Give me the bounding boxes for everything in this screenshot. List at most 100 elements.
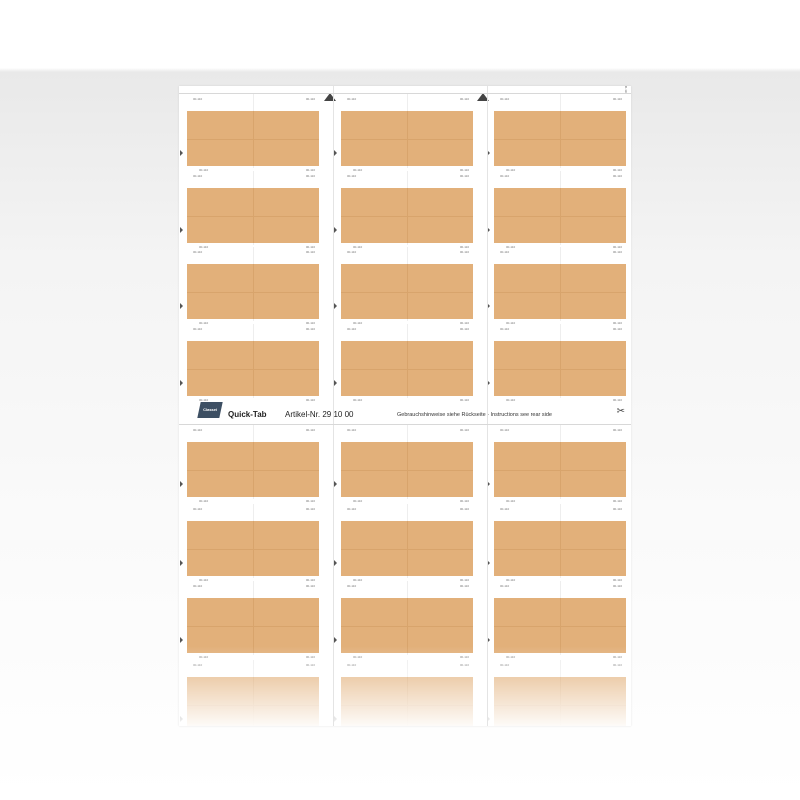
tab-code: 00-110: [612, 655, 622, 659]
tab-color-strip: [341, 521, 473, 576]
tab-label[interactable]: 00-11000-11000-11000-110: [487, 660, 626, 726]
tab-code: 00-110: [347, 507, 357, 511]
notch-arrow-icon: [334, 303, 337, 309]
cut-line: [560, 598, 561, 653]
notch-arrow-icon: [334, 560, 337, 566]
tab-code: 00-110: [459, 97, 469, 101]
tab-code: 00-110: [347, 584, 357, 588]
tab-code: 00-110: [459, 663, 469, 667]
tab-code: 00-110: [347, 174, 357, 178]
tab-color-strip: [341, 264, 473, 319]
tab-label[interactable]: 00-11000-11000-11000-110: [487, 581, 626, 659]
tab-label[interactable]: 00-11000-11000-11000-110: [334, 247, 473, 325]
brand-bar: Classei Quick-Tab Artikel-Nr. 29 10 00 G…: [179, 402, 631, 426]
tab-code: 00-110: [305, 428, 315, 432]
tab-code: 00-110: [305, 499, 315, 503]
tab-code: 00-110: [506, 398, 516, 402]
tab-code: 00-110: [459, 250, 469, 254]
tab-color-strip: [494, 677, 626, 726]
triangle-up-icon: [324, 93, 336, 101]
cut-line: [253, 442, 254, 497]
brand-name: Quick-Tab: [228, 410, 267, 419]
notch-arrow-icon: [334, 481, 337, 487]
tab-code: 00-110: [612, 507, 622, 511]
tab-label[interactable]: 00-11000-11000-11000-110: [334, 94, 473, 172]
classei-logo: Classei: [197, 402, 223, 418]
tab-code: 00-110: [305, 97, 315, 101]
cut-line: [253, 677, 254, 726]
tab-code: 00-110: [199, 499, 209, 503]
tab-color-strip: [341, 341, 473, 396]
tab-label[interactable]: 00-11000-11000-11000-110: [334, 660, 473, 726]
cut-line: [560, 521, 561, 576]
half-separator: [179, 93, 631, 94]
tab-code: 00-110: [353, 655, 363, 659]
tab-label[interactable]: 00-11000-11000-11000-110: [487, 171, 626, 249]
tab-label[interactable]: 00-11000-11000-11000-110: [334, 504, 473, 582]
tab-label[interactable]: 00-11000-11000-11000-110: [334, 171, 473, 249]
cut-line: [407, 677, 408, 726]
column-separator: [487, 86, 488, 726]
tab-code: 00-110: [500, 327, 510, 331]
cut-line: [560, 442, 561, 497]
tab-label[interactable]: 00-11000-11000-11000-110: [180, 324, 319, 402]
tab-code: 00-110: [612, 398, 622, 402]
tab-code: 00-110: [459, 507, 469, 511]
tab-code: 00-110: [612, 584, 622, 588]
tab-code: 00-110: [459, 174, 469, 178]
tab-label[interactable]: 00-11000-11000-11000-110: [180, 504, 319, 582]
tab-code: 00-110: [193, 327, 203, 331]
tab-label[interactable]: 00-11000-11000-11000-110: [180, 660, 319, 726]
instructions-text: Gebrauchshinweise siehe Rückseite - Inst…: [397, 412, 552, 418]
cut-line: [253, 598, 254, 653]
tab-code: 00-110: [193, 663, 203, 667]
tab-code: 00-110: [612, 327, 622, 331]
tab-code: 00-110: [193, 428, 203, 432]
tab-label[interactable]: 00-11000-11000-11000-110: [180, 171, 319, 249]
tab-code: 00-110: [500, 174, 510, 178]
tab-label[interactable]: 00-11000-11000-11000-110: [487, 425, 626, 503]
tab-color-strip: [341, 111, 473, 166]
tab-label[interactable]: 00-11000-11000-11000-110: [334, 425, 473, 503]
tab-code: 00-110: [305, 655, 315, 659]
tab-code: 00-110: [500, 663, 510, 667]
tab-code: 00-110: [347, 327, 357, 331]
tab-code: 00-110: [459, 327, 469, 331]
notch-arrow-icon: [180, 716, 183, 722]
tab-code: 00-110: [193, 507, 203, 511]
cut-line: [407, 264, 408, 319]
tab-label[interactable]: 00-11000-11000-11000-110: [334, 581, 473, 659]
tab-code: 00-110: [612, 499, 622, 503]
tab-code: 00-110: [612, 250, 622, 254]
cut-line: [560, 264, 561, 319]
tab-code: 00-110: [612, 428, 622, 432]
tab-code: 00-110: [305, 174, 315, 178]
tab-label[interactable]: 00-110 00-110 00-110 00-110: [487, 324, 626, 402]
tab-label[interactable]: 00-11000-11000-11000-110: [487, 504, 626, 582]
tab-color-strip: [187, 188, 319, 243]
tab-label[interactable]: 00-11000-11000-11000-110: [180, 581, 319, 659]
tab-color-strip: [187, 598, 319, 653]
tab-color-strip: [187, 111, 319, 166]
cut-line: [253, 341, 254, 396]
notch-arrow-icon: [180, 560, 183, 566]
tab-color-strip: [341, 442, 473, 497]
cut-line: [407, 188, 408, 243]
tab-color-strip: [187, 677, 319, 726]
tab-label[interactable]: 00-110 00-110 00-110 00-110: [180, 425, 319, 503]
tab-code: 00-110: [459, 398, 469, 402]
column-separator: [333, 86, 334, 726]
cut-line: [560, 111, 561, 166]
tab-code: 00-110: [193, 174, 203, 178]
tab-label[interactable]: 00-11000-11000-11000-110: [334, 324, 473, 402]
tab-label[interactable]: 00-11000-11000-11000-110: [487, 94, 626, 172]
notch-arrow-icon: [180, 637, 183, 643]
cut-line: [560, 341, 561, 396]
tab-code: 00-110: [459, 499, 469, 503]
cut-line: [253, 111, 254, 166]
tab-label[interactable]: 00-11000-11000-11000-110: [487, 247, 626, 325]
tab-label[interactable]: 00-11000-11000-11000-110: [180, 94, 319, 172]
tab-code: 00-110: [459, 655, 469, 659]
tab-label[interactable]: 00-11000-11000-11000-110: [180, 247, 319, 325]
cut-line: [407, 521, 408, 576]
